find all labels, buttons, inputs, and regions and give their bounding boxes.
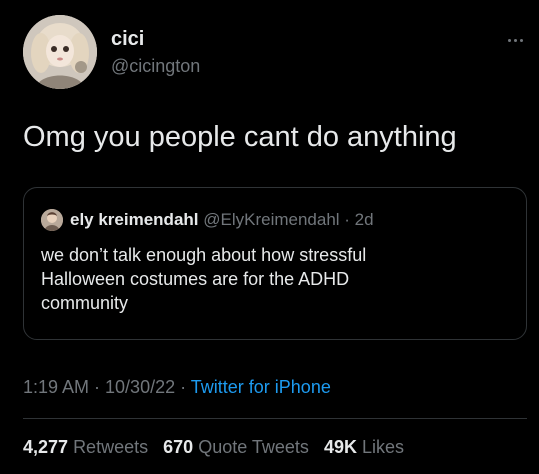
quoted-header: ely kreimendahl @ElyKreimendahl · 2d (70, 209, 374, 231)
retweets-stat[interactable]: 4,277 Retweets (23, 437, 148, 457)
tweet-text: Omg you people cant do anything (23, 121, 457, 153)
quoted-text-line: Halloween costumes are for the ADHD (41, 269, 350, 289)
quote-tweets-label: Quote Tweets (198, 437, 309, 457)
more-dot (507, 38, 511, 42)
quoted-avatar-icon (41, 209, 63, 231)
author-display-name[interactable]: cici (111, 28, 144, 50)
author-avatar[interactable] (23, 15, 97, 89)
more-dot (513, 38, 517, 42)
author-handle[interactable]: @cicington (111, 55, 200, 77)
likes-stat[interactable]: 49K Likes (324, 437, 404, 457)
quoted-display-name: ely kreimendahl (70, 210, 199, 229)
quote-tweets-count: 670 (163, 437, 194, 457)
quoted-text-line: we don’t talk enough about how stressful (41, 245, 367, 265)
quoted-text: we don’t talk enough about how stressful… (41, 243, 511, 315)
quoted-text-line: community (41, 293, 129, 313)
tweet-stats: 4,277 Retweets 670 Quote Tweets 49K Like… (23, 436, 414, 458)
tweet-timestamp[interactable]: 1:19 AM · 10/30/22 · (23, 377, 191, 397)
likes-label: Likes (361, 437, 405, 457)
quote-tweets-stat[interactable]: 670 Quote Tweets (163, 437, 309, 457)
tweet-meta: 1:19 AM · 10/30/22 · Twitter for iPhone (23, 376, 331, 398)
retweets-label: Retweets (73, 437, 149, 457)
quoted-tweet[interactable]: ely kreimendahl @ElyKreimendahl · 2d we … (23, 187, 527, 340)
more-horizontal-icon[interactable] (504, 36, 526, 44)
divider (23, 418, 527, 419)
more-dot (519, 38, 523, 42)
doll-avatar-icon (23, 15, 97, 89)
quoted-handle-time: @ElyKreimendahl · 2d (203, 210, 374, 229)
retweets-count: 4,277 (23, 437, 69, 457)
tweet-source-link[interactable]: Twitter for iPhone (191, 377, 331, 397)
quoted-author-avatar (41, 209, 63, 231)
likes-count: 49K (323, 437, 357, 457)
tweet-card: cici @cicington Omg you people cant do a… (0, 0, 539, 474)
